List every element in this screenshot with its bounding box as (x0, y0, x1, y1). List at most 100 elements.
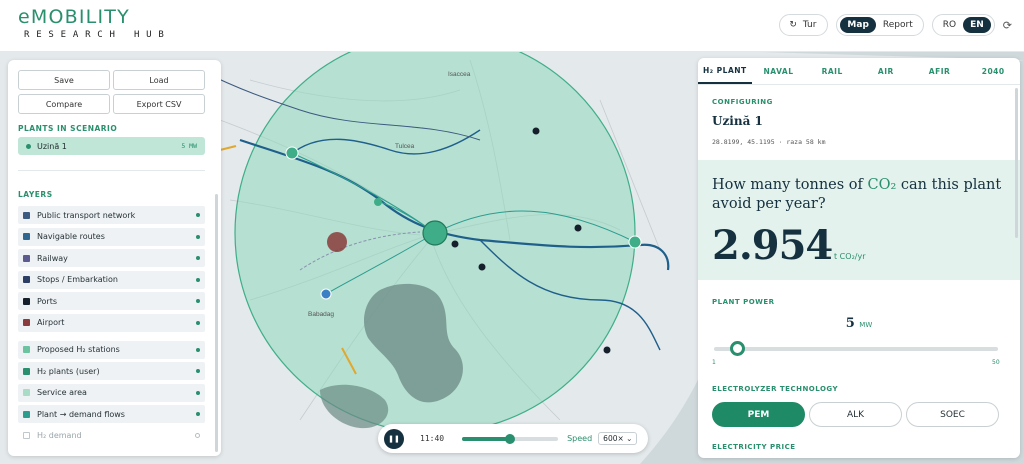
h2-station (285, 146, 299, 160)
layer-service-area[interactable]: Service area (18, 383, 205, 402)
port-marker (451, 240, 459, 248)
pause-button[interactable]: ❚❚ (384, 428, 404, 449)
layer-label: Service area (37, 388, 87, 397)
layer-swatch (23, 254, 30, 262)
layer-swatch (23, 346, 30, 353)
layer-swatch (23, 389, 30, 396)
layer-h2-plants[interactable]: H₂ plants (user) (18, 362, 205, 380)
plant-name: Uzină 1 (37, 141, 67, 151)
tour-label: Tur (802, 20, 817, 30)
co2-result-card: How many tonnes of CO₂ can this plant av… (698, 160, 1020, 280)
lang-ro-button[interactable]: RO (936, 17, 963, 33)
plant-power-label: PLANT POWER (712, 298, 775, 306)
slider-min: 1 (712, 359, 716, 366)
tab-2040[interactable]: 2040 (966, 58, 1020, 84)
layer-swatch (23, 367, 30, 375)
view-map-button[interactable]: Map (840, 17, 876, 33)
plants-section-title: PLANTS IN SCENARIO (18, 124, 118, 133)
map-label-isaccea: Isaccea (448, 71, 471, 78)
time-slider[interactable] (462, 433, 559, 444)
layer-ports[interactable]: Ports (18, 292, 205, 310)
compare-button[interactable]: Compare (18, 94, 110, 114)
right-scrollbar[interactable] (1015, 88, 1018, 238)
save-button[interactable]: Save (18, 70, 110, 90)
tab-naval[interactable]: NAVAL (752, 58, 806, 84)
layer-label: Navigable routes (37, 232, 105, 241)
layer-on-dot (196, 347, 200, 352)
layer-public-transport[interactable]: Public transport network (18, 206, 205, 224)
layer-on-dot (196, 320, 200, 325)
layer-swatch (23, 211, 30, 219)
port-marker (532, 127, 540, 135)
chevron-down-icon: ⌄ (626, 434, 633, 443)
layer-railway[interactable]: Railway (18, 249, 205, 267)
plant-list-item[interactable]: Uzină 1 5 MW (18, 137, 205, 155)
speed-value: 600× (603, 434, 624, 443)
layer-label: H₂ demand (37, 431, 82, 440)
technology-options: PEM ALK SOEC (712, 402, 999, 427)
layer-on-dot (196, 369, 200, 373)
plant-power-slider[interactable] (714, 341, 998, 356)
co2-value: 2.954 (712, 222, 833, 269)
layer-h2-stations[interactable]: Proposed H₂ stations (18, 340, 205, 359)
language-switch: RO EN (931, 14, 995, 36)
app-header: eMOBILITY RESEARCH HUB ↻ Tur Map Report … (0, 0, 1024, 52)
layer-h2-demand[interactable]: H₂ demand (18, 427, 205, 445)
port-marker (603, 346, 611, 354)
layer-flows[interactable]: Plant → demand flows (18, 405, 205, 423)
layer-label: Airport (37, 318, 65, 327)
layer-swatch (23, 233, 30, 240)
left-panel: Save Load Compare Export CSV PLANTS IN S… (8, 60, 221, 456)
tech-alk-button[interactable]: ALK (809, 402, 902, 427)
layer-label: H₂ plants (user) (37, 366, 100, 376)
co2-question: How many tonnes of CO₂ can this plant av… (712, 176, 1012, 214)
question-co2: CO₂ (867, 177, 897, 193)
airport-marker (327, 232, 347, 252)
h2-plant-marker (422, 220, 448, 246)
configuring-label: CONFIGURING (712, 98, 773, 106)
pause-icon: ❚❚ (388, 434, 400, 443)
speed-select[interactable]: 600× ⌄ (598, 432, 638, 445)
layer-off-dot (195, 433, 200, 438)
view-switch: Map Report (836, 14, 924, 36)
refresh-icon[interactable]: ⟳ (1003, 19, 1012, 32)
plant-power-knob[interactable] (730, 341, 746, 356)
power-unit: MW (859, 321, 873, 329)
layer-on-dot (196, 412, 200, 416)
time-slider-knob[interactable] (505, 433, 516, 444)
layer-navigable-routes[interactable]: Navigable routes (18, 227, 205, 246)
layer-checkbox[interactable] (23, 432, 30, 439)
tab-air[interactable]: AIR (859, 58, 913, 84)
left-scrollbar[interactable] (215, 194, 218, 452)
electricity-price-label: ELECTRICITY PRICE (712, 443, 796, 451)
plant-coordinates: 28.8199, 45.1195 · raza 58 km (712, 138, 826, 146)
layer-swatch (23, 297, 30, 305)
lang-en-button[interactable]: EN (963, 17, 991, 33)
tech-pem-button[interactable]: PEM (712, 402, 805, 427)
map-label-babadag: Babadag (308, 311, 334, 318)
plant-title: Uzină 1 (712, 114, 763, 128)
layer-stops[interactable]: Stops / Embarkation (18, 270, 205, 289)
electrolyzer-label: ELECTROLYZER TECHNOLOGY (712, 385, 839, 393)
tab-rail[interactable]: RAIL (805, 58, 859, 84)
time-player: ❚❚ 11:40 Speed 600× ⌄ (378, 424, 648, 453)
tech-soec-button[interactable]: SOEC (906, 402, 999, 427)
load-button[interactable]: Load (113, 70, 205, 90)
tour-icon: ↻ (789, 20, 797, 30)
map-label-tulcea: Tulcea (395, 143, 415, 150)
tab-h2-plant[interactable]: H₂ PLANT (698, 58, 752, 84)
layer-on-dot (196, 213, 200, 217)
power-number: 5 (845, 316, 855, 331)
divider (18, 170, 205, 171)
export-csv-button[interactable]: Export CSV (113, 94, 205, 114)
layer-label: Railway (37, 253, 68, 263)
co2-unit: t CO₂/yr (834, 252, 866, 261)
port-marker (478, 263, 486, 271)
time-display: 11:40 (420, 434, 445, 443)
logo-title: eMOBILITY (18, 6, 130, 28)
view-report-button[interactable]: Report (876, 17, 920, 33)
layer-label: Public transport network (37, 210, 136, 220)
tour-button[interactable]: ↻ Tur (779, 14, 829, 36)
layer-airport[interactable]: Airport (18, 313, 205, 332)
tab-afir[interactable]: AFIR (913, 58, 967, 84)
